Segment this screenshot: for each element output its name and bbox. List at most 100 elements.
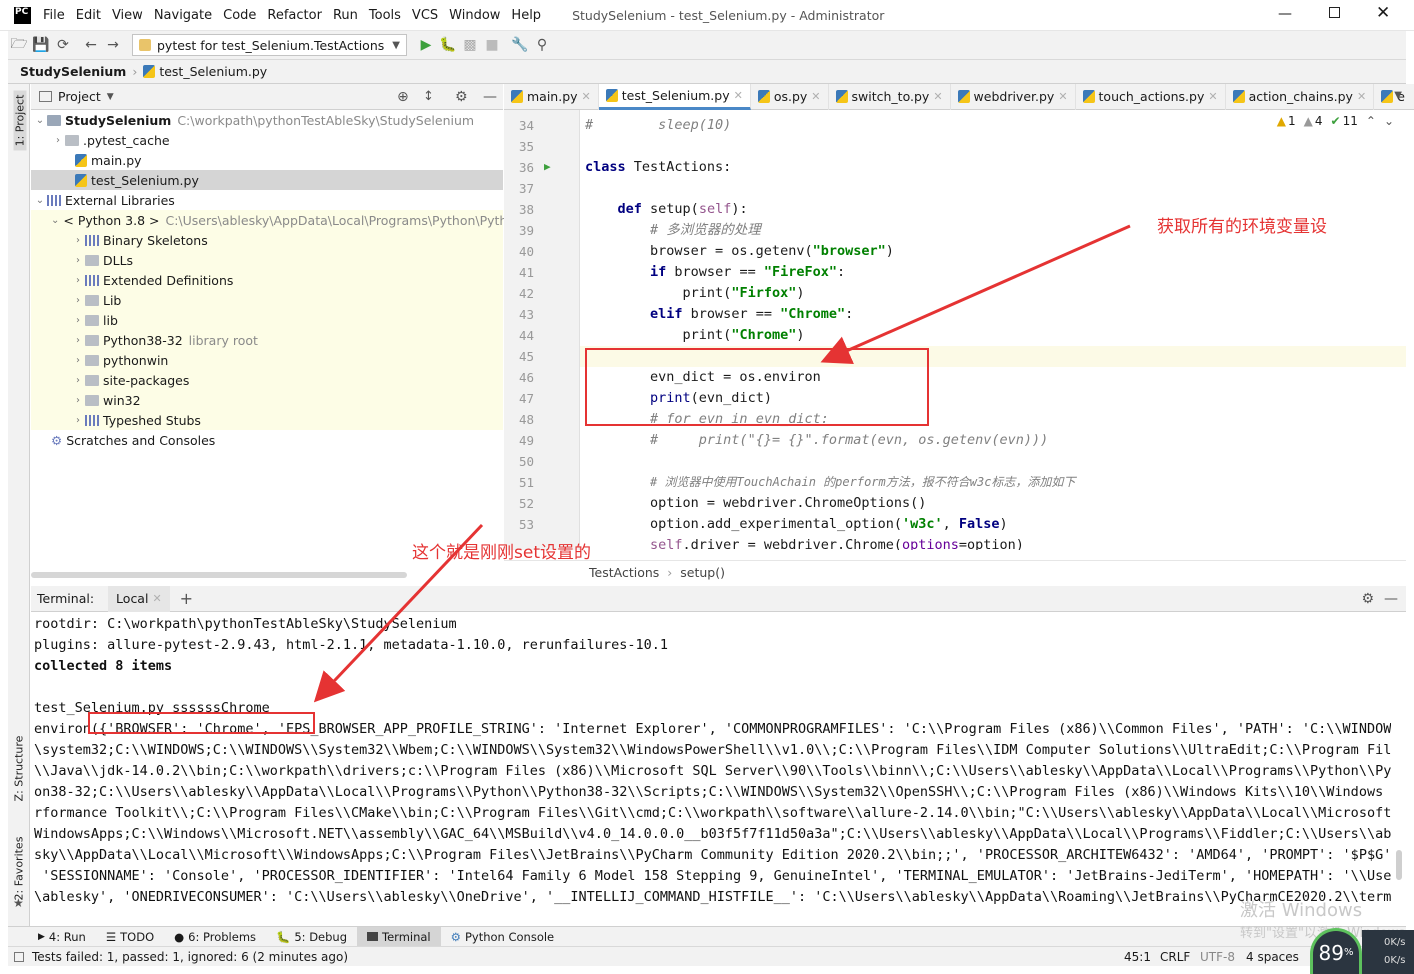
tree-item-root[interactable]: ⌄ StudySelenium C:\workpath\pythonTestAb… [31, 110, 503, 130]
save-icon[interactable]: 💾 [30, 37, 52, 53]
menu-file[interactable]: File [43, 8, 65, 23]
tree-item-main-py[interactable]: main.py [31, 150, 503, 170]
menu-edit[interactable]: Edit [76, 8, 101, 23]
menu-window[interactable]: Window [449, 8, 500, 23]
tree-item-typeshed-stubs[interactable]: › Typeshed Stubs [31, 410, 503, 430]
chevron-right-icon[interactable]: › [71, 395, 85, 406]
menu-refactor[interactable]: Refactor [267, 8, 322, 23]
chevron-down-icon[interactable]: ⌄ [51, 215, 59, 226]
chevron-right-icon[interactable]: › [71, 355, 85, 366]
tab-action-chains-py[interactable]: action_chains.py ✕ [1226, 83, 1375, 110]
tool-python-console[interactable]: ⚙ Python Console [441, 927, 564, 947]
chevron-down-icon[interactable]: ⌄ [1384, 114, 1394, 128]
tool-todo[interactable]: ☰ TODO [96, 927, 164, 947]
chevron-right-icon[interactable]: › [71, 275, 85, 286]
terminal-output[interactable]: rootdir: C:\workpath\pythonTestAbleSky\S… [31, 612, 1391, 917]
menu-code[interactable]: Code [223, 8, 256, 23]
hide-icon[interactable]: — [1384, 591, 1398, 607]
menu-vcs[interactable]: VCS [412, 8, 438, 23]
tree-item-lib-lower[interactable]: › lib [31, 310, 503, 330]
tab-overflow[interactable]: e [1374, 84, 1412, 110]
file-encoding[interactable]: UTF-8 [1200, 950, 1235, 964]
chevron-right-icon[interactable]: › [71, 255, 85, 266]
tree-item-scratches[interactable]: ⚙ Scratches and Consoles [31, 430, 503, 450]
status-message[interactable]: Tests failed: 1, passed: 1, ignored: 6 (… [32, 950, 348, 964]
project-panel-title[interactable]: Project [58, 89, 101, 104]
tree-item-external-libraries[interactable]: ⌄ External Libraries [31, 190, 503, 210]
chevron-right-icon[interactable]: › [71, 335, 85, 346]
tree-item-dlls[interactable]: › DLLs [31, 250, 503, 270]
open-folder-icon[interactable]: 🗁 [8, 33, 30, 57]
tree-item-site-packages[interactable]: › site-packages [31, 370, 503, 390]
indent-setting[interactable]: 4 spaces [1246, 950, 1299, 964]
minimize-icon[interactable]: — [1278, 6, 1292, 22]
search-icon[interactable]: ⚲ [531, 37, 553, 53]
add-tab-icon[interactable]: + [180, 589, 193, 608]
caret-position[interactable]: 45:1 [1124, 950, 1151, 964]
chevron-down-icon[interactable]: ▼ [107, 92, 114, 102]
chevron-right-icon[interactable]: › [71, 315, 85, 326]
tree-item-python38[interactable]: › Python38-32 library root [31, 330, 503, 350]
tab-switch-to-py[interactable]: switch_to.py ✕ [829, 83, 951, 110]
nav-file[interactable]: test_Selenium.py [159, 64, 267, 79]
close-icon[interactable]: ✕ [933, 90, 942, 103]
collapse-all-icon[interactable]: ↕ [423, 89, 434, 104]
gear-icon[interactable]: ⚙ [455, 89, 468, 105]
tool-debug[interactable]: 🐛 5: Debug [266, 927, 357, 947]
tree-horizontal-scrollbar[interactable] [31, 572, 407, 578]
tab-os-py[interactable]: os.py ✕ [751, 83, 829, 110]
tool-problems[interactable]: ● 6: Problems [164, 927, 266, 947]
close-icon[interactable]: ✕ [1208, 90, 1217, 103]
structure-tool-tab[interactable]: Z: Structure [13, 734, 26, 804]
chevron-right-icon[interactable]: › [71, 295, 85, 306]
tab-main-py[interactable]: main.py ✕ [504, 83, 599, 110]
chevron-right-icon[interactable]: › [71, 375, 85, 386]
close-icon[interactable]: ✕ [1357, 90, 1366, 103]
stop-icon[interactable]: ■ [481, 37, 503, 53]
hide-icon[interactable]: — [483, 89, 497, 105]
locate-icon[interactable]: ⊕ [397, 89, 409, 105]
tree-item-lib-upper[interactable]: › Lib [31, 290, 503, 310]
close-icon[interactable]: ✕ [152, 592, 161, 605]
tool-run[interactable]: ▶ 4: Run [28, 927, 96, 947]
back-icon[interactable]: ← [80, 37, 102, 53]
gear-icon[interactable]: ⚙ [1361, 591, 1374, 607]
terminal-scrollbar[interactable] [1396, 850, 1402, 880]
favorites-tool-tab[interactable]: 2: Favorites [13, 834, 26, 904]
close-icon[interactable]: ✕ [582, 90, 591, 103]
run-config-select[interactable]: pytest for test_Selenium.TestActions ▼ [132, 34, 407, 56]
tab-list-chevron-icon[interactable]: ▼ [1394, 90, 1402, 101]
close-icon[interactable]: ✕ [811, 90, 820, 103]
menu-navigate[interactable]: Navigate [154, 8, 212, 23]
line-separator[interactable]: CRLF [1160, 950, 1190, 964]
debug-icon[interactable]: 🐛 [437, 37, 459, 53]
close-icon[interactable]: ✕ [1058, 90, 1067, 103]
tree-item-extended-definitions[interactable]: › Extended Definitions [31, 270, 503, 290]
tab-webdriver-py[interactable]: webdriver.py ✕ [951, 83, 1076, 110]
menu-help[interactable]: Help [511, 8, 541, 23]
tree-item-pytest-cache[interactable]: › .pytest_cache [31, 130, 503, 150]
project-tool-tab[interactable]: 1: Project [13, 90, 27, 151]
tree-item-test-selenium-py[interactable]: test_Selenium.py [31, 170, 503, 190]
close-icon[interactable]: ✕ [1376, 3, 1390, 23]
crumb-class[interactable]: TestActions [589, 565, 659, 580]
close-icon[interactable]: ✕ [734, 89, 743, 102]
tab-touch-actions-py[interactable]: touch_actions.py ✕ [1076, 83, 1226, 110]
chevron-right-icon[interactable]: › [51, 135, 65, 146]
code-editor[interactable]: # sleep(10) class TestActions: def setup… [580, 110, 1406, 550]
crumb-method[interactable]: setup() [680, 565, 725, 580]
status-layout-icon[interactable] [14, 951, 24, 962]
tree-item-pythonwin[interactable]: › pythonwin [31, 350, 503, 370]
coverage-icon[interactable]: ▩ [459, 37, 481, 53]
forward-icon[interactable]: → [102, 37, 124, 53]
sync-icon[interactable]: ⟳ [52, 37, 74, 53]
nav-project[interactable]: StudySelenium [20, 64, 126, 79]
chevron-right-icon[interactable]: › [71, 415, 85, 426]
run-icon[interactable]: ▶ [415, 37, 437, 53]
chevron-down-icon[interactable]: ⌄ [33, 115, 47, 126]
tab-test-selenium-py[interactable]: test_Selenium.py ✕ [598, 83, 751, 110]
tool-terminal[interactable]: Terminal [357, 926, 441, 947]
tree-item-python-sdk[interactable]: ⌄ < Python 3.8 > C:\Users\ablesky\AppDat… [31, 210, 507, 230]
chevron-down-icon[interactable]: ⌄ [33, 195, 47, 206]
chevron-right-icon[interactable]: › [71, 235, 85, 246]
